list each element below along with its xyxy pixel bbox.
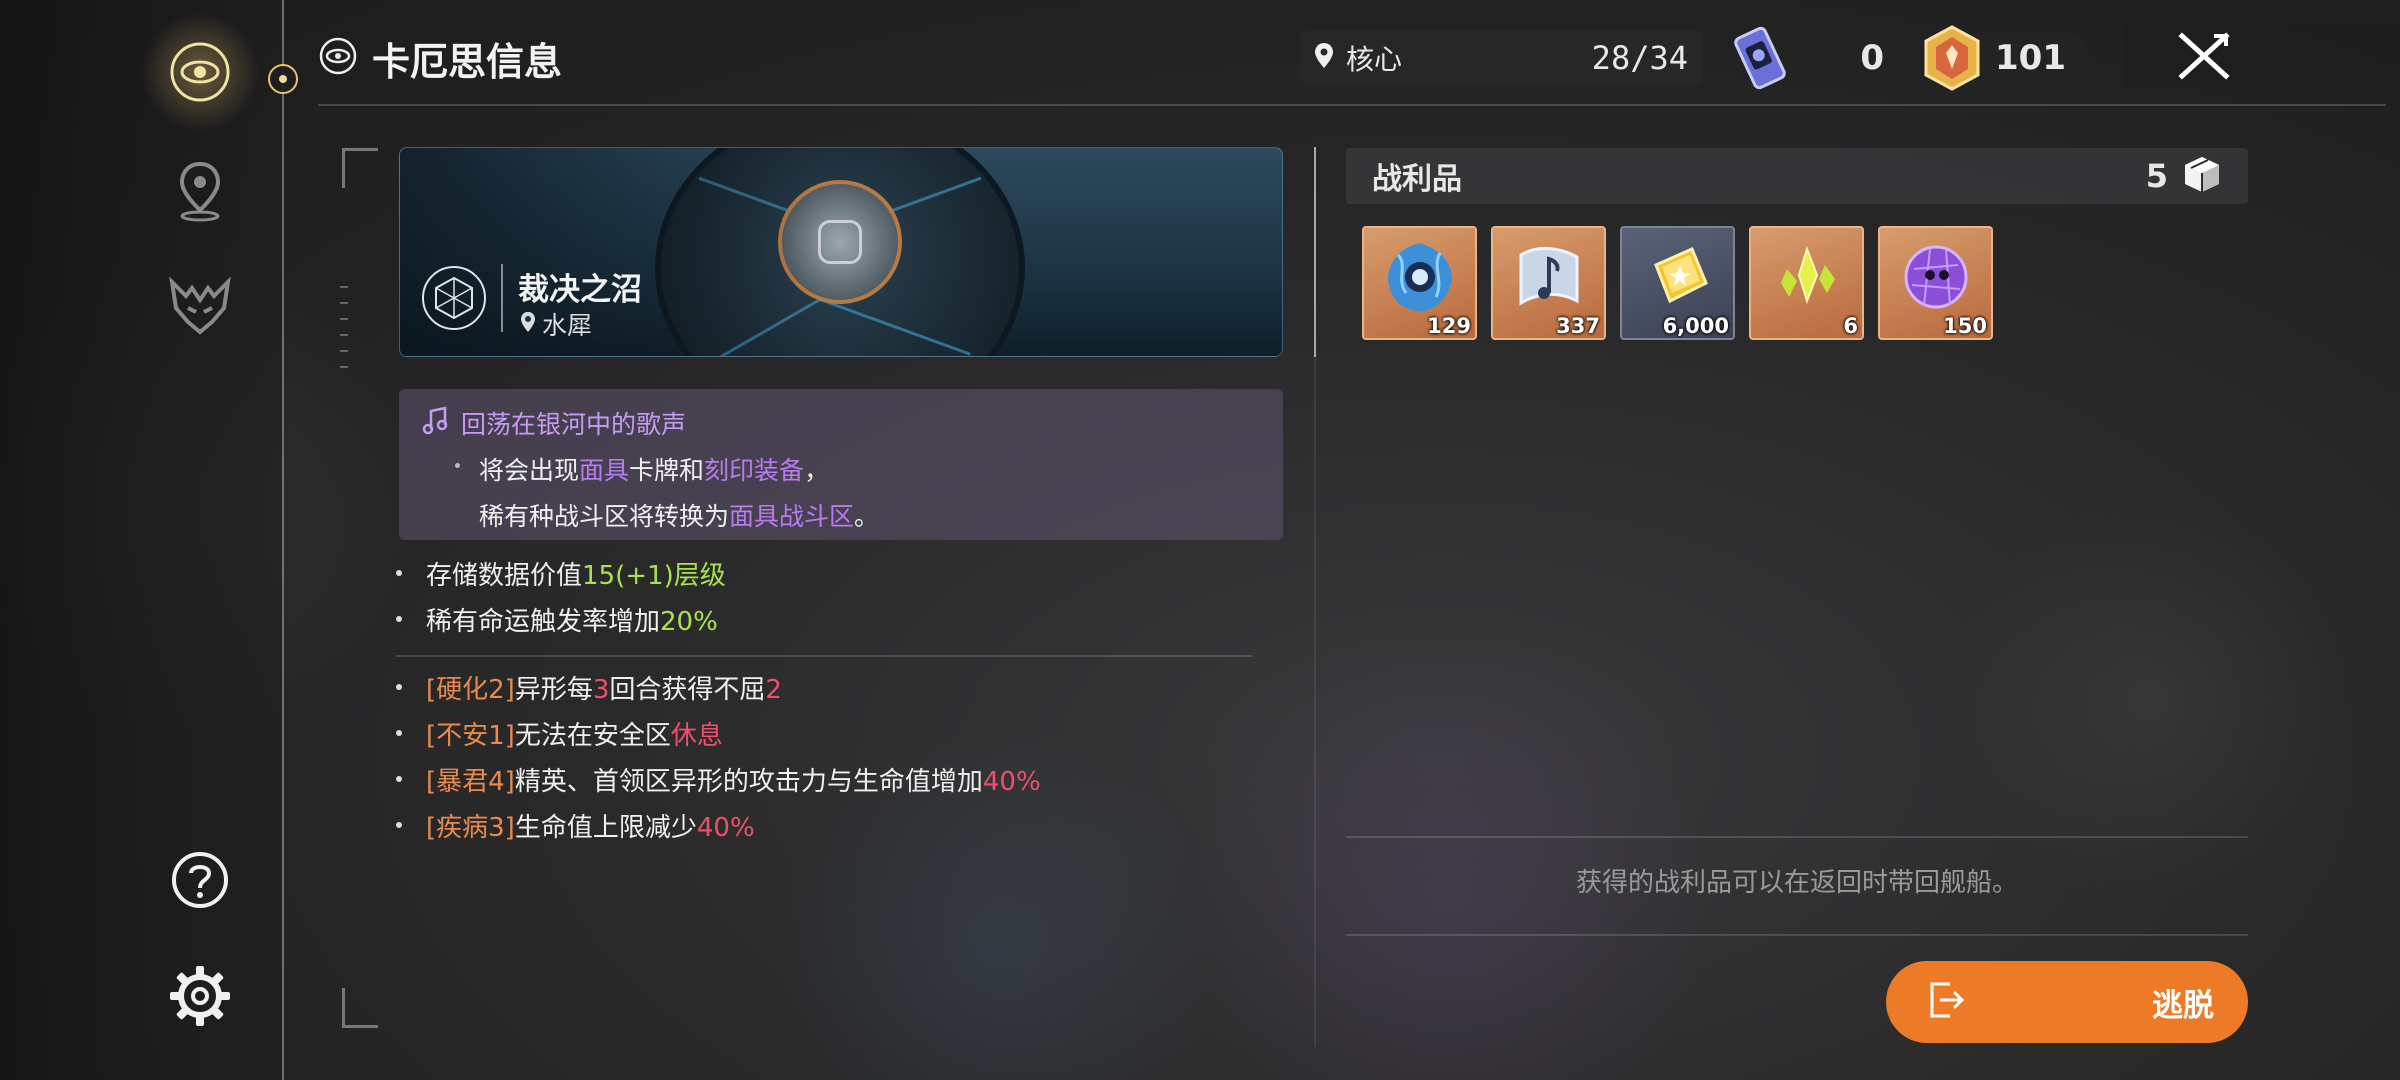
exit-door-icon	[1926, 980, 1966, 1024]
map-pin-nav-icon[interactable]	[160, 150, 240, 230]
rail-divider	[282, 0, 284, 1080]
modifier-item: [不安1]无法在安全区休息	[396, 716, 1256, 762]
loot-item-count: 6	[1843, 314, 1858, 338]
event-title-row: 回荡在银河中的歌声	[421, 405, 1261, 441]
settings-gear-icon[interactable]	[160, 956, 240, 1036]
loot-footer-divider-bottom	[1346, 934, 2248, 936]
modifier-item: [硬化2]异形每3回合获得不屈2	[396, 670, 1256, 716]
currency-ticket: 0	[1734, 26, 1898, 90]
close-icon	[2178, 32, 2230, 80]
event-keyword-mask-zone: 面具战斗区	[729, 502, 855, 531]
panel-divider	[1314, 147, 1316, 357]
currency-ticket-value: 0	[1860, 38, 1884, 78]
frame-corner-bottom	[342, 988, 378, 1028]
loot-note: 获得的战利品可以在返回时带回舰船。	[1575, 868, 2018, 898]
side-rail	[0, 0, 284, 1080]
page-title: 卡厄思信息	[372, 39, 563, 84]
stat-item: 存储数据价值15(+1)层级	[396, 556, 1256, 602]
loot-item-count: 6,000	[1662, 314, 1729, 338]
modifier-list: [硬化2]异形每3回合获得不屈2 [不安1]无法在安全区休息 [暴君4]精英、首…	[396, 670, 1256, 854]
event-keyword-engraving: 刻印装备	[704, 456, 805, 485]
music-note-icon	[421, 405, 451, 441]
panel-divider-faint	[1314, 357, 1316, 1047]
loot-item[interactable]: 150	[1878, 226, 1993, 340]
help-icon[interactable]	[160, 840, 240, 920]
ticket-icon	[1730, 25, 1790, 100]
stage-area-label: 水犀	[542, 311, 593, 340]
chaos-info-nav-icon[interactable]	[140, 12, 260, 132]
area-pin-icon	[520, 310, 536, 339]
loot-item[interactable]: 6	[1749, 226, 1864, 340]
loot-box-icon	[2182, 154, 2222, 198]
event-card: 回荡在银河中的歌声 将会出现面具卡牌和刻印装备， 稀有种战斗区将转换为面具战斗区…	[399, 389, 1283, 540]
event-line-2: 稀有种战斗区将转换为面具战斗区。	[479, 502, 880, 531]
stage-area: 水犀	[520, 306, 592, 342]
location-pin-icon	[1314, 42, 1334, 74]
location-label: 核心	[1346, 43, 1403, 76]
frame-ticks	[340, 286, 352, 382]
loot-item[interactable]: 129	[1362, 226, 1477, 340]
location-progress: 28/34	[1591, 39, 1688, 77]
loot-item-count: 129	[1427, 314, 1471, 338]
loot-grid: 129 337 6,000 6 150	[1362, 226, 1993, 340]
crystal-icon	[1920, 23, 1984, 102]
modifier-item: [暴君4]精英、首领区异形的攻击力与生命值增加40%	[396, 762, 1256, 808]
loot-item[interactable]: 337	[1491, 226, 1606, 340]
escape-label: 逃脱	[2152, 987, 2214, 1024]
escape-button[interactable]: 逃脱	[1886, 961, 2248, 1043]
music-note-scroll-icon	[1507, 235, 1591, 323]
stat-item: 稀有命运触发率增加20%	[396, 602, 1256, 648]
stats-list: 存储数据价值15(+1)层级 稀有命运触发率增加20%	[396, 556, 1256, 648]
yellow-crystal-shards-icon	[1765, 235, 1849, 323]
currency-crystal-value: 101	[1995, 38, 2066, 78]
event-title: 回荡在银河中的歌声	[461, 410, 687, 439]
stats-divider	[396, 655, 1252, 657]
banner-divider	[501, 264, 503, 332]
gold-credit-icon	[1636, 235, 1720, 323]
chaos-emblem-icon	[318, 36, 358, 80]
loot-header: 战利品 5	[1346, 148, 2248, 204]
stage-banner: 裁决之沼 水犀	[399, 147, 1283, 357]
stage-name: 裁决之沼	[518, 272, 642, 308]
purple-skull-orb-icon	[1894, 235, 1978, 323]
header-divider	[318, 104, 2386, 106]
blue-eye-orb-icon	[1378, 235, 1462, 323]
modifier-item: [疾病3]生命值上限减少40%	[396, 808, 1256, 854]
loot-item-count: 337	[1556, 314, 1600, 338]
event-line-1: 将会出现面具卡牌和刻印装备，	[455, 451, 1261, 487]
frame-corner-top	[342, 148, 378, 188]
stage-emblem-icon	[422, 266, 486, 330]
demon-mask-nav-icon[interactable]	[160, 266, 240, 346]
close-button[interactable]	[2168, 26, 2240, 86]
loot-item[interactable]: 6,000	[1620, 226, 1735, 340]
loot-count: 5	[2145, 157, 2168, 195]
currency-crystal: 101	[1924, 25, 2088, 91]
event-keyword-mask: 面具	[579, 456, 630, 485]
close-area	[2124, 24, 2400, 88]
loot-title: 战利品	[1372, 162, 1462, 197]
rail-indicator	[268, 64, 298, 94]
loot-item-count: 150	[1943, 314, 1987, 338]
location-indicator: 核心 28/34	[1300, 31, 1702, 85]
loot-footer-divider-top	[1346, 836, 2248, 838]
page-header: 卡厄思信息	[318, 28, 562, 88]
